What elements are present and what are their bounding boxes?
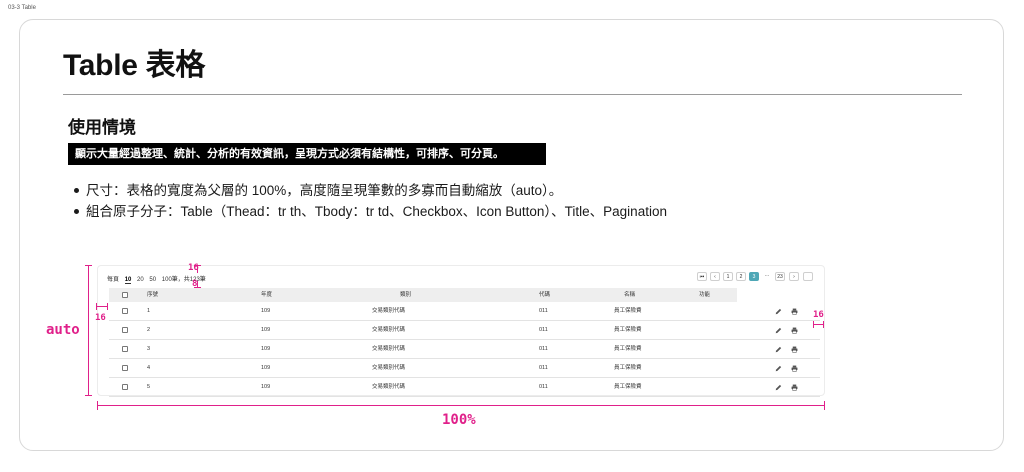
cell-name: 員工保險費 bbox=[614, 365, 642, 371]
row-checkbox[interactable] bbox=[122, 327, 128, 333]
title-divider bbox=[63, 94, 962, 95]
prev-page-button[interactable]: ‹ bbox=[710, 272, 720, 281]
cell-name: 員工保險費 bbox=[614, 308, 642, 314]
usage-banner: 顯示大量經過整理、統計、分析的有效資訊，呈現方式必須有結構性，可排序、可分頁。 bbox=[68, 143, 546, 165]
header-index[interactable]: 序號 bbox=[147, 288, 158, 302]
page-button-3[interactable]: 3 bbox=[749, 272, 759, 281]
page-size-prefix: 每頁 bbox=[107, 277, 120, 283]
annotation-height-line bbox=[88, 265, 89, 396]
edit-icon[interactable] bbox=[775, 365, 782, 372]
page-size-option-50[interactable]: 50 bbox=[149, 277, 156, 283]
annotation-right-pad: 16 bbox=[813, 310, 824, 320]
table-row: 5 109 交易類別代碼 011 員工保險費 bbox=[109, 378, 820, 397]
table-row: 2 109 交易類別代碼 011 員工保險費 bbox=[109, 321, 820, 340]
header-actions: 功能 bbox=[699, 292, 711, 298]
section-heading: 使用情境 bbox=[68, 118, 136, 137]
table-row: 3 109 交易類別代碼 011 員工保險費 bbox=[109, 340, 820, 359]
cell-index: 3 bbox=[147, 346, 151, 352]
cell-index: 4 bbox=[147, 365, 151, 371]
annotation-left-pad-cap-a bbox=[96, 303, 97, 310]
page-size-option-10[interactable]: 10 bbox=[124, 277, 132, 284]
edit-icon[interactable] bbox=[775, 327, 782, 334]
cell-category: 交易類別代碼 bbox=[372, 365, 406, 371]
annotation-top-gap-line bbox=[197, 265, 198, 273]
page-title: Table 表格 bbox=[63, 49, 206, 82]
annotation-height-cap-top bbox=[85, 265, 92, 266]
page-jump-input[interactable] bbox=[803, 272, 813, 281]
cell-year: 109 bbox=[261, 308, 271, 314]
page-size-option-20[interactable]: 20 bbox=[137, 277, 144, 283]
print-icon[interactable] bbox=[791, 384, 798, 391]
select-all-checkbox[interactable] bbox=[122, 292, 128, 298]
cell-category: 交易類別代碼 bbox=[372, 384, 406, 390]
annotation-height: auto bbox=[46, 322, 80, 338]
cell-category: 交易類別代碼 bbox=[372, 327, 406, 333]
cell-category: 交易類別代碼 bbox=[372, 346, 406, 352]
header-year[interactable]: 年度 bbox=[261, 288, 272, 302]
cell-year: 109 bbox=[261, 327, 271, 333]
annotation-inner-gap-cap bbox=[194, 287, 201, 288]
print-icon[interactable] bbox=[791, 346, 798, 353]
edit-icon[interactable] bbox=[775, 346, 782, 353]
page-size-suffix: 筆，共123筆 bbox=[171, 277, 206, 283]
annotation-height-cap-bottom bbox=[85, 395, 92, 396]
row-checkbox[interactable] bbox=[122, 384, 128, 390]
header-code[interactable]: 代碼 bbox=[539, 288, 550, 302]
cell-index: 1 bbox=[147, 308, 151, 314]
edit-icon[interactable] bbox=[775, 384, 782, 391]
row-checkbox[interactable] bbox=[122, 308, 128, 314]
header-category[interactable]: 類別 bbox=[400, 288, 411, 302]
cell-index: 2 bbox=[147, 327, 151, 333]
edit-icon[interactable] bbox=[775, 308, 782, 315]
cell-year: 109 bbox=[261, 365, 271, 371]
first-page-button[interactable]: ⏮ bbox=[697, 272, 707, 281]
cell-code: 011 bbox=[539, 365, 548, 371]
annotation-left-pad-cap-b bbox=[107, 303, 108, 310]
print-icon[interactable] bbox=[791, 327, 798, 334]
cell-name: 員工保險費 bbox=[614, 384, 642, 390]
annotation-width-line bbox=[97, 405, 825, 406]
row-checkbox[interactable] bbox=[122, 365, 128, 371]
pagination-ellipsis: ··· bbox=[762, 272, 772, 281]
print-icon[interactable] bbox=[791, 308, 798, 315]
table-header: 序號 年度 類別 代碼 名稱 功能 bbox=[109, 288, 737, 302]
frame-label: 03-3 Table bbox=[8, 5, 36, 11]
cell-code: 011 bbox=[539, 308, 548, 314]
table-row: 4 109 交易類別代碼 011 員工保險費 bbox=[109, 359, 820, 378]
header-name[interactable]: 名稱 bbox=[624, 288, 635, 302]
page-button-2[interactable]: 2 bbox=[736, 272, 746, 281]
table-row: 1 109 交易類別代碼 011 員工保險費 bbox=[109, 302, 820, 321]
cell-category: 交易類別代碼 bbox=[372, 308, 406, 314]
cell-code: 011 bbox=[539, 346, 548, 352]
cell-code: 011 bbox=[539, 384, 548, 390]
usage-bullets: 尺寸：表格的寬度為父層的 100%，高度隨呈現筆數的多寡而自動縮放（auto）。… bbox=[72, 180, 667, 222]
cell-index: 5 bbox=[147, 384, 151, 390]
page-size-option-100[interactable]: 100 bbox=[162, 277, 172, 283]
cell-name: 員工保險費 bbox=[614, 327, 642, 333]
annotation-width-cap-left bbox=[97, 401, 98, 410]
annotation-right-pad-cap-b bbox=[823, 321, 824, 328]
annotation-top-gap-cap bbox=[194, 265, 201, 266]
next-page-button[interactable]: › bbox=[789, 272, 799, 281]
print-icon[interactable] bbox=[791, 365, 798, 372]
bullet-item-composition: 組合原子分子：Table（Thead：tr th、Tbody：tr td、Che… bbox=[72, 201, 667, 222]
annotation-left-pad: 16 bbox=[95, 313, 106, 323]
row-checkbox[interactable] bbox=[122, 346, 128, 352]
cell-year: 109 bbox=[261, 346, 271, 352]
annotation-width-cap-right bbox=[824, 401, 825, 410]
cell-name: 員工保險費 bbox=[614, 346, 642, 352]
bullet-item-size: 尺寸：表格的寬度為父層的 100%，高度隨呈現筆數的多寡而自動縮放（auto）。 bbox=[72, 180, 667, 201]
annotation-width: 100% bbox=[442, 412, 476, 428]
annotation-right-pad-cap-a bbox=[813, 321, 814, 328]
page-button-last[interactable]: 23 bbox=[775, 272, 785, 281]
cell-code: 011 bbox=[539, 327, 548, 333]
cell-year: 109 bbox=[261, 384, 271, 390]
page-button-1[interactable]: 1 bbox=[723, 272, 733, 281]
